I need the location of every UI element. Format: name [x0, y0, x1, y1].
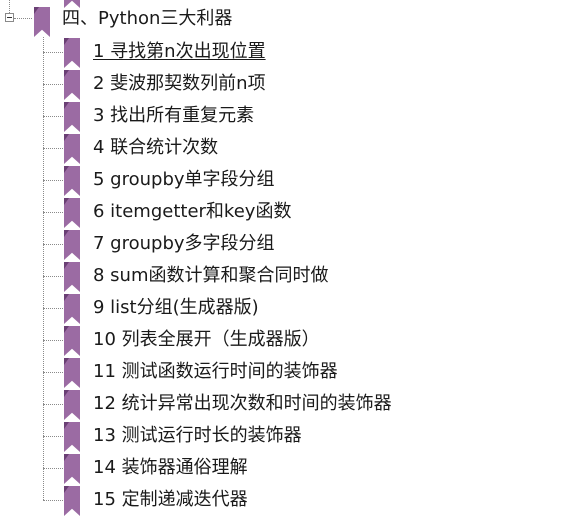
tree-connector — [43, 308, 63, 309]
tree-connector — [43, 244, 63, 245]
tree-item-label[interactable]: 11 测试函数运行时间的装饰器 — [93, 361, 338, 383]
tree-item-label[interactable]: 3 找出所有重复元素 — [93, 105, 254, 127]
bookmark-icon — [64, 230, 80, 260]
tree-connector — [43, 84, 63, 85]
tree-connector — [43, 180, 63, 181]
tree-item-label[interactable]: 2 斐波那契数列前n项 — [93, 73, 266, 95]
tree-item-label[interactable]: 15 定制递减迭代器 — [93, 489, 248, 511]
bookmark-icon — [64, 262, 80, 292]
bookmark-icon — [64, 198, 80, 228]
tree-connector — [43, 500, 63, 501]
tree-item-label[interactable]: 5 groupby单字段分组 — [93, 169, 275, 191]
tree-connector-children — [43, 37, 44, 500]
tree-item-label[interactable]: 13 测试运行时长的装饰器 — [93, 425, 302, 447]
bookmark-icon — [64, 454, 80, 484]
bookmark-icon — [64, 390, 80, 420]
bookmark-icon — [64, 0, 80, 8]
tree-connector — [43, 116, 63, 117]
tree-item-label[interactable]: 9 list分组(生成器版) — [93, 297, 259, 319]
tree-connector — [43, 148, 63, 149]
bookmark-icon — [64, 326, 80, 356]
bookmark-tree: 四、Python三大利器 1 寻找第n次出现位置 2 斐波那契数列前n项 3 找出所… — [0, 0, 572, 519]
tree-connector — [43, 276, 63, 277]
bookmark-icon — [64, 134, 80, 164]
bookmark-icon — [64, 102, 80, 132]
tree-connector-top — [9, 0, 10, 13]
tree-connector — [43, 52, 63, 53]
bookmark-icon — [64, 294, 80, 324]
tree-root-label[interactable]: 四、Python三大利器 — [62, 8, 232, 30]
tree-item-label[interactable]: 14 装饰器通俗理解 — [93, 457, 248, 479]
tree-connector — [43, 404, 63, 405]
tree-item-label[interactable]: 10 列表全展开（生成器版） — [93, 329, 320, 351]
collapse-toggle[interactable] — [5, 13, 14, 22]
tree-item-label[interactable]: 7 groupby多字段分组 — [93, 233, 275, 255]
tree-connector — [43, 436, 63, 437]
tree-item-label[interactable]: 12 统计异常出现次数和时间的装饰器 — [93, 393, 392, 415]
bookmark-icon — [64, 422, 80, 452]
tree-item-label[interactable]: 8 sum函数计算和聚合同时做 — [93, 265, 329, 287]
tree-connector — [43, 212, 63, 213]
tree-item-label[interactable]: 6 itemgetter和key函数 — [93, 201, 291, 223]
bookmark-icon — [64, 70, 80, 100]
tree-connector — [43, 372, 63, 373]
bookmark-icon — [64, 38, 80, 68]
tree-connector — [43, 468, 63, 469]
bookmark-icon — [34, 7, 50, 37]
bookmark-icon — [64, 358, 80, 388]
tree-connector — [43, 340, 63, 341]
bookmark-icon — [64, 486, 80, 516]
tree-connector-root — [14, 18, 32, 19]
tree-item-label[interactable]: 4 联合统计次数 — [93, 137, 218, 159]
tree-item-label[interactable]: 1 寻找第n次出现位置 — [93, 41, 266, 63]
bookmark-icon — [64, 166, 80, 196]
